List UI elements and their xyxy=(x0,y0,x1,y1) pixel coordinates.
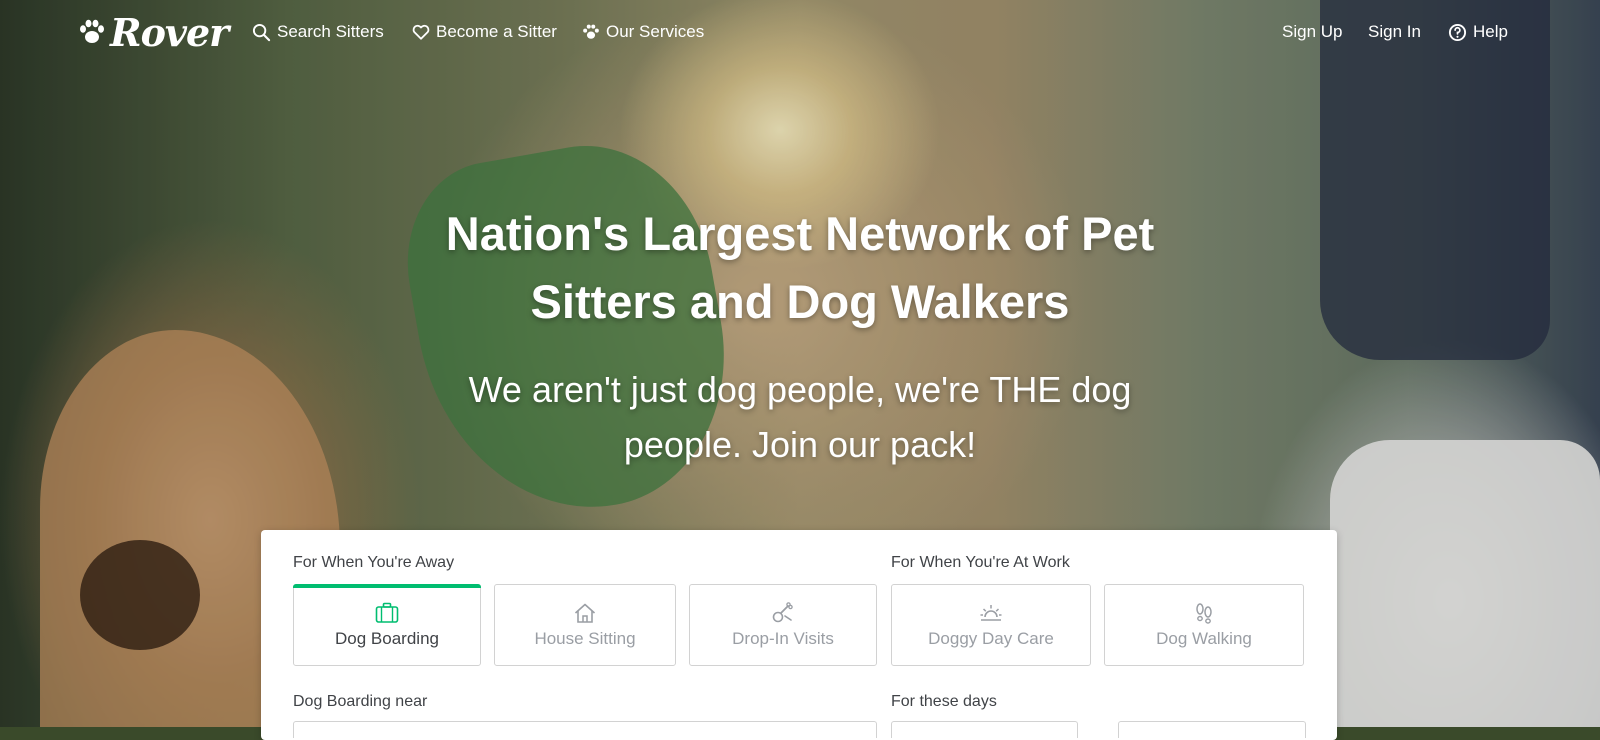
service-house-sitting[interactable]: House Sitting xyxy=(494,584,676,666)
top-nav: Rover Search Sitters Become a Sitter Our… xyxy=(0,0,1600,64)
start-date-input[interactable] xyxy=(891,721,1078,738)
service-doggy-day-care[interactable]: Doggy Day Care xyxy=(891,584,1091,666)
service-label: House Sitting xyxy=(534,628,636,648)
dates-field-label: For these days xyxy=(891,693,997,710)
service-label: Dog Walking xyxy=(1156,628,1252,648)
service-dog-boarding[interactable]: Dog Boarding xyxy=(293,584,481,666)
hero-headline-line1: Nation's Largest Network of Pet xyxy=(445,207,1155,260)
service-label: Dog Boarding xyxy=(335,628,439,648)
nav-sign-in[interactable]: Sign In xyxy=(1368,20,1421,44)
search-icon xyxy=(252,23,271,41)
nav-sign-up-label: Sign Up xyxy=(1282,22,1343,41)
work-group-label: For When You're At Work xyxy=(891,554,1070,571)
footprints-icon xyxy=(1196,602,1212,624)
nav-sign-in-label: Sign In xyxy=(1368,22,1421,41)
help-icon xyxy=(1448,23,1467,41)
hero-headline: Nation's Largest Network of Pet Sitters … xyxy=(380,200,1220,336)
location-input[interactable] xyxy=(293,721,877,738)
paw-logo-icon xyxy=(80,19,104,43)
sun-icon xyxy=(980,604,1002,621)
nav-search-sitters-label: Search Sitters xyxy=(277,22,384,41)
nav-our-services[interactable]: Our Services xyxy=(582,20,704,44)
rover-logo[interactable]: Rover xyxy=(78,9,229,55)
hero-subheadline-line2: people. Join our pack! xyxy=(623,424,977,465)
service-drop-in-visits[interactable]: Drop-In Visits xyxy=(689,584,877,666)
nav-sign-up[interactable]: Sign Up xyxy=(1282,20,1342,44)
nav-our-services-label: Our Services xyxy=(606,22,705,41)
logo-text: Rover xyxy=(110,9,229,55)
heart-icon xyxy=(412,24,430,40)
location-field-label: Dog Boarding near xyxy=(293,693,428,710)
hero-subheadline-line1: We aren't just dog people, we're THE dog xyxy=(468,369,1132,410)
nav-help-label: Help xyxy=(1473,22,1508,41)
end-date-input[interactable] xyxy=(1118,721,1306,738)
nav-help[interactable]: Help xyxy=(1448,20,1508,44)
hero-headline-line2: Sitters and Dog Walkers xyxy=(530,275,1070,328)
nav-become-sitter[interactable]: Become a Sitter xyxy=(412,20,557,44)
away-group-label: For When You're Away xyxy=(293,554,455,571)
service-label: Doggy Day Care xyxy=(928,628,1054,648)
nav-search-sitters[interactable]: Search Sitters xyxy=(252,20,384,44)
nav-become-sitter-label: Become a Sitter xyxy=(436,22,557,41)
suitcase-icon xyxy=(375,602,399,623)
hero-subheadline: We aren't just dog people, we're THE dog… xyxy=(400,362,1200,472)
ball-and-bone-icon xyxy=(772,601,793,622)
service-label: Drop-In Visits xyxy=(732,628,834,648)
house-icon xyxy=(574,603,596,623)
paw-icon xyxy=(583,24,599,39)
service-dog-walking[interactable]: Dog Walking xyxy=(1104,584,1304,666)
